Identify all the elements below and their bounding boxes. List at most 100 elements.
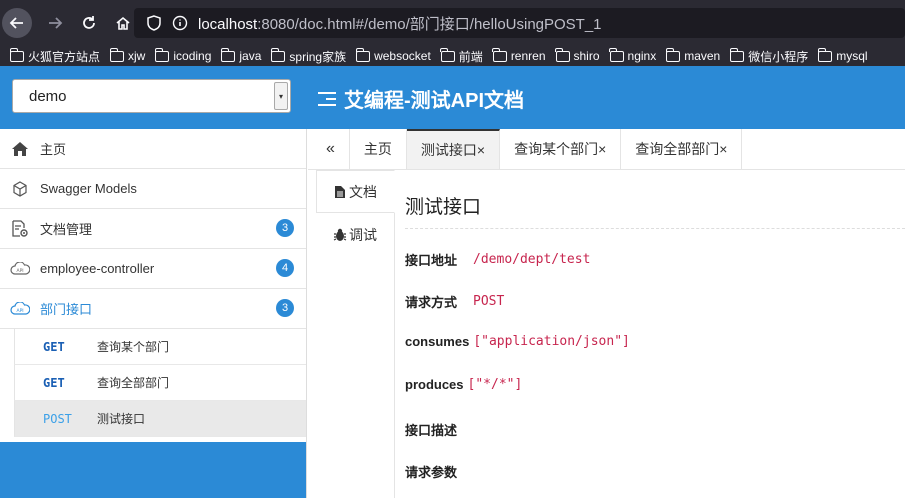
api-field: produces ["*/*"]	[405, 377, 522, 392]
bookmark-item[interactable]: java	[220, 47, 262, 65]
home-icon	[116, 16, 130, 30]
doc-debug-tabs: 文档 调试	[316, 170, 395, 498]
field-key: produces	[405, 377, 464, 392]
folder-icon	[109, 47, 125, 62]
url-text: localhost:8080/doc.html#/demo/部门接口/hello…	[198, 15, 602, 33]
folder-icon	[440, 47, 455, 62]
api-cloud-icon: API	[10, 259, 30, 279]
bookmark-item[interactable]: 微信小程序	[729, 47, 808, 65]
bookmark-item[interactable]: xjw	[109, 47, 145, 65]
sidebar-item[interactable]: API 部门接口 3	[0, 289, 306, 329]
field-value: /demo/dept/test	[473, 252, 591, 267]
bug-icon	[333, 228, 347, 241]
api-cloud-icon: API	[10, 299, 30, 319]
sidebar-item-label: 主页	[40, 142, 67, 157]
info-icon	[170, 15, 190, 31]
sidebar-item[interactable]: API employee-controller 4	[0, 249, 306, 289]
sidebar-item-label: Swagger Models	[40, 181, 137, 196]
dropdown-arrow-icon[interactable]: ▾	[274, 82, 288, 110]
bookmarks-bar: 火狐官方站点 xjw icoding java spring家族 websocket 前端 r…	[0, 46, 905, 66]
back-button[interactable]	[2, 8, 32, 38]
folder-icon	[665, 47, 681, 62]
svg-text:API: API	[17, 268, 24, 274]
folder-icon	[355, 47, 371, 62]
tab-bar: « 主页 测试接口× 查询某个部门× 查询全部部门×	[308, 129, 905, 170]
tab-item[interactable]: 主页	[350, 129, 407, 169]
sidebar-item[interactable]: 主页	[0, 129, 306, 169]
api-list-item[interactable]: GET 查询全部部门	[14, 365, 306, 401]
group-select[interactable]: demo ▾	[12, 79, 291, 113]
sidebar-item-label: employee-controller	[40, 261, 155, 276]
api-name: 查询全部部门	[97, 376, 170, 390]
bookmark-label: java	[239, 49, 262, 63]
bookmark-item[interactable]: maven	[665, 47, 721, 65]
folder-icon	[154, 47, 170, 62]
sidebar-item[interactable]: 文档管理 3	[0, 209, 306, 249]
bookmark-label: renren	[510, 49, 546, 63]
bookmark-item[interactable]: renren	[492, 47, 546, 65]
sidebar-footer	[0, 442, 306, 498]
title-divider	[405, 228, 905, 229]
file-icon	[335, 185, 345, 198]
tab-doc[interactable]: 文档	[316, 170, 395, 213]
bookmark-item[interactable]: websocket	[355, 47, 431, 65]
http-method: GET	[43, 375, 65, 390]
bookmark-item[interactable]: 火狐官方站点	[9, 47, 100, 65]
api-title: 测试接口	[405, 197, 482, 218]
api-list-item[interactable]: POST 测试接口	[14, 401, 306, 437]
count-badge: 3	[276, 299, 294, 317]
sidebar-item[interactable]: Swagger Models	[0, 169, 306, 209]
bookmark-item[interactable]: mysql	[817, 47, 868, 65]
bookmark-label: spring家族	[289, 49, 347, 64]
field-key: 接口描述	[405, 423, 458, 438]
api-field: 请求方式 POST	[405, 292, 504, 311]
folder-icon	[492, 47, 507, 62]
tab-item[interactable]: 测试接口×	[406, 129, 501, 169]
app-header: demo ▾ 艾编程-测试API文档	[0, 66, 905, 129]
bookmark-item[interactable]: 前端	[440, 47, 483, 65]
sidebar-item-label: 部门接口	[40, 302, 93, 317]
reload-button[interactable]	[72, 6, 106, 40]
api-doc-content: 测试接口 接口地址/demo/dept/test 请求方式 POST consumes…	[405, 170, 905, 498]
bookmark-label: mysql	[836, 49, 868, 63]
folder-icon	[817, 47, 833, 62]
api-field: 接口描述	[405, 420, 457, 439]
folder-icon	[270, 47, 286, 62]
tab-item[interactable]: 查询全部部门×	[621, 129, 743, 169]
group-select-value: demo	[29, 87, 67, 105]
field-key: 请求方式	[405, 295, 458, 310]
folder-icon	[555, 47, 570, 62]
tab-debug[interactable]: 调试	[316, 213, 394, 256]
api-name: 测试接口	[97, 412, 146, 426]
bookmark-label: maven	[684, 49, 721, 63]
bookmark-item[interactable]: spring家族	[270, 47, 347, 65]
field-value: POST	[473, 294, 505, 309]
page-title: 艾编程-测试API文档	[318, 84, 524, 113]
bookmark-item[interactable]: icoding	[154, 47, 211, 65]
api-field: 接口地址/demo/dept/test	[405, 250, 590, 269]
bookmark-label: websocket	[374, 49, 431, 63]
reload-icon	[83, 16, 95, 29]
field-key: 接口地址	[405, 253, 458, 268]
menu-fold-icon[interactable]	[318, 91, 336, 107]
api-name: 查询某个部门	[97, 340, 170, 354]
home-icon	[10, 139, 30, 159]
bookmark-label: nginx	[627, 49, 657, 63]
tab-item[interactable]: 查询某个部门×	[500, 129, 622, 169]
field-key: 请求参数	[405, 465, 458, 480]
bookmark-item[interactable]: nginx	[609, 47, 657, 65]
field-key: consumes	[405, 334, 470, 349]
http-method: GET	[43, 339, 65, 354]
svg-text:API: API	[17, 308, 24, 314]
cube-icon	[10, 179, 30, 199]
browser-toolbar: localhost:8080/doc.html#/demo/部门接口/hello…	[0, 0, 905, 46]
forward-button[interactable]	[38, 6, 72, 40]
sidebar-item-label: 文档管理	[40, 222, 93, 237]
url-bar[interactable]: localhost:8080/doc.html#/demo/部门接口/hello…	[134, 8, 905, 38]
field-value: ["application/json"]	[473, 334, 630, 349]
arrow-left-icon	[9, 17, 23, 29]
api-list-item[interactable]: GET 查询某个部门	[14, 329, 306, 365]
bookmark-item[interactable]: shiro	[555, 47, 600, 65]
api-field: consumes ["application/json"]	[405, 334, 630, 349]
tab-collapse-button[interactable]: «	[308, 129, 350, 169]
